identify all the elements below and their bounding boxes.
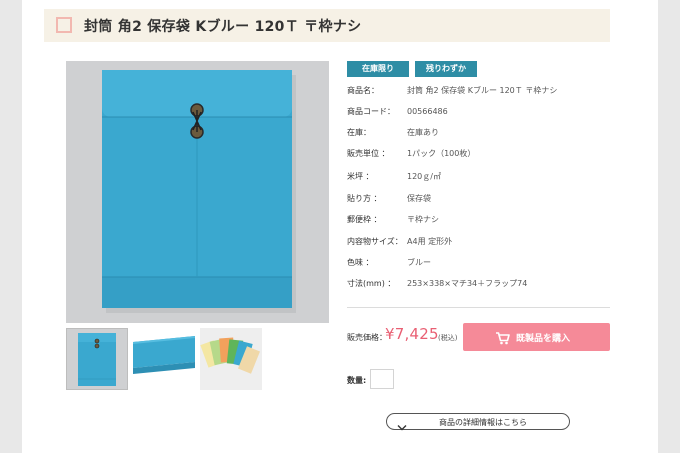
cart-icon — [496, 330, 510, 349]
spec-value: 253×338×マチ34＋フラップ74 — [407, 279, 528, 288]
chevron-down-icon — [397, 417, 407, 436]
spec-label: 郵便枠 ： — [347, 215, 382, 224]
spec-value: ブルー — [407, 258, 431, 267]
product-title: 封筒 角2 保存袋 Kブルー 120Ｔ 〒枠ナシ — [84, 19, 362, 35]
product-main-image[interactable] — [66, 61, 329, 323]
spec-value: 在庫あり — [407, 128, 439, 137]
thumbnail-color-variants[interactable] — [200, 328, 262, 390]
spec-value: 封筒 角2 保存袋 Kブルー 120Ｔ 〒枠ナシ — [407, 86, 558, 95]
title-square-icon — [56, 17, 72, 33]
thumbnail-envelope-front[interactable] — [66, 328, 128, 390]
spec-value: 120ｇ/㎡ — [407, 172, 441, 181]
detail-button-label: 商品の詳細情報はこちら — [439, 418, 527, 427]
buy-button-label: 既製品を購入 — [516, 334, 571, 344]
price-value: ¥7,425 — [385, 325, 439, 343]
spec-label: 色味 ： — [347, 258, 374, 267]
spec-label: 販売単位 ： — [347, 149, 390, 158]
spec-value: 〒枠ナシ — [407, 215, 439, 224]
quantity-input[interactable] — [370, 369, 394, 389]
divider — [347, 307, 610, 308]
spec-label: 内容物サイズ： — [347, 237, 403, 246]
thumbnail-color-variants-image — [200, 328, 262, 390]
quantity-label: 数量: — [347, 376, 367, 385]
thumbnail-envelope-stack-image — [133, 328, 195, 390]
spec-label: 貼り方 ： — [347, 194, 382, 203]
spec-label: 商品名： — [347, 86, 379, 95]
product-title-bar: 封筒 角2 保存袋 Kブルー 120Ｔ 〒枠ナシ — [44, 9, 610, 42]
spec-label: 寸法(mm) ： — [347, 279, 396, 288]
price-tax-note: (税込) — [438, 334, 458, 342]
spec-value: 1パック（100枚） — [407, 149, 476, 158]
spec-value: A4用 定形外 — [407, 237, 453, 246]
spec-value: 保存袋 — [407, 194, 431, 203]
price-label: 販売価格： — [347, 333, 387, 342]
envelope-image — [66, 61, 329, 323]
spec-label: 商品コード： — [347, 107, 395, 116]
product-detail-button[interactable]: 商品の詳細情報はこちら — [386, 413, 570, 431]
buy-ready-made-button[interactable]: 既製品を購入 — [463, 323, 610, 351]
spec-value: 00566486 — [407, 107, 448, 116]
spec-label: 米坪 ： — [347, 172, 374, 181]
spec-label: 在庫： — [347, 128, 371, 137]
thumbnail-envelope-stack[interactable] — [133, 328, 195, 390]
badge-few-left: 残りわずか — [415, 61, 477, 77]
thumbnail-envelope-front-image — [67, 329, 127, 389]
badge-limited-stock: 在庫限り — [347, 61, 409, 77]
